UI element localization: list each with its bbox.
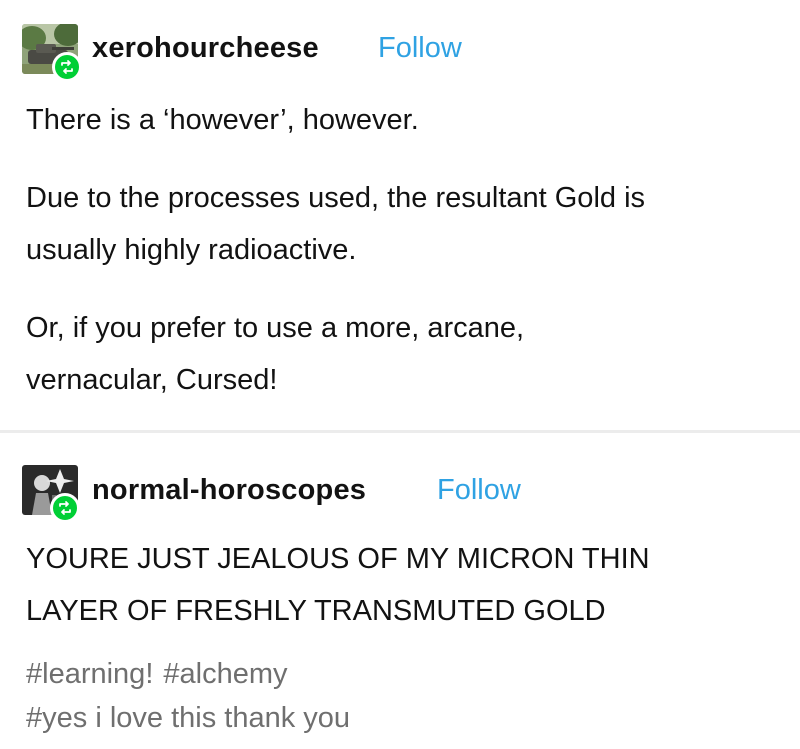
- tags-row-1: #learning! #alchemy: [26, 658, 298, 691]
- tag-alchemy[interactable]: #alchemy: [163, 658, 287, 690]
- post-1-paragraph-3-line-1: Or, if you prefer to use a more, arcane,: [26, 312, 525, 344]
- tag-learning[interactable]: #learning!: [26, 658, 153, 690]
- post-2-line-1: YOURE JUST JEALOUS OF MY MICRON THIN: [26, 543, 650, 575]
- post-2-username[interactable]: normal-horoscopes: [92, 474, 366, 507]
- post-1-username[interactable]: xerohourcheese: [92, 32, 319, 65]
- reblog-icon: [59, 501, 71, 515]
- avatar-normal-horoscopes[interactable]: [22, 465, 80, 523]
- post-divider: [0, 430, 800, 433]
- tag-yes-i-love-this-thank-you[interactable]: #yes i love this thank you: [26, 702, 350, 734]
- reblog-badge: [50, 493, 80, 523]
- post-1-paragraph-1: There is a ‘however’, however.: [26, 104, 419, 136]
- post-2-line-2: LAYER OF FRESHLY TRANSMUTED GOLD: [26, 595, 606, 627]
- tags-row-2: #yes i love this thank you: [26, 702, 360, 735]
- reblog-icon: [61, 60, 73, 74]
- post-1-follow-button[interactable]: Follow: [378, 32, 462, 65]
- post-1-paragraph-2-line-1: Due to the processes used, the resultant…: [26, 182, 646, 214]
- avatar-xerohourcheese[interactable]: [22, 24, 82, 82]
- reblog-badge: [52, 52, 82, 82]
- post-2-follow-button[interactable]: Follow: [437, 474, 521, 507]
- post-1-paragraph-2-line-2: usually highly radioactive.: [26, 234, 357, 266]
- post-1-paragraph-3-line-2: vernacular, Cursed!: [26, 364, 278, 396]
